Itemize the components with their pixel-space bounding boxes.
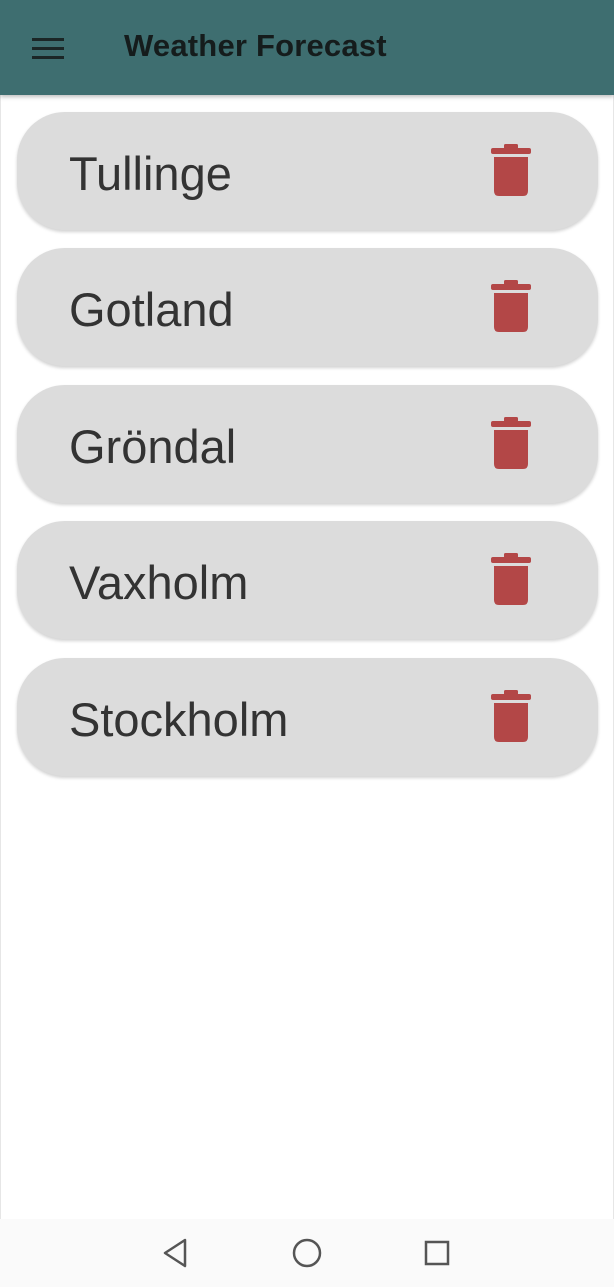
trash-icon — [491, 144, 531, 196]
hamburger-menu-icon — [32, 38, 64, 59]
trash-icon — [491, 690, 531, 742]
city-name: Stockholm — [69, 693, 289, 746]
city-card-stockholm[interactable]: Stockholm — [17, 658, 598, 776]
city-card-gotland[interactable]: Gotland — [17, 248, 598, 366]
nav-back-button[interactable] — [155, 1233, 195, 1273]
delete-city-button[interactable] — [485, 138, 537, 202]
home-circle-icon — [292, 1238, 322, 1268]
menu-button[interactable] — [24, 26, 72, 70]
city-card-vaxholm[interactable]: Vaxholm — [17, 521, 598, 639]
city-name: Gotland — [69, 283, 234, 336]
back-triangle-icon — [163, 1238, 187, 1268]
nav-home-button[interactable] — [287, 1233, 327, 1273]
city-name: Gröndal — [69, 420, 237, 473]
city-name: Tullinge — [69, 147, 232, 200]
city-list: Tullinge Gotland Gröndal Vaxholm Stockho… — [0, 95, 614, 1219]
nav-recents-button[interactable] — [417, 1233, 457, 1273]
trash-icon — [491, 553, 531, 605]
trash-icon — [491, 417, 531, 469]
city-card-tullinge[interactable]: Tullinge — [17, 112, 598, 230]
delete-city-button[interactable] — [485, 684, 537, 748]
app-bar: Weather Forecast — [0, 0, 614, 95]
app-title: Weather Forecast — [124, 28, 387, 63]
delete-city-button[interactable] — [485, 411, 537, 475]
city-name: Vaxholm — [69, 556, 249, 609]
recents-square-icon — [424, 1240, 450, 1266]
delete-city-button[interactable] — [485, 274, 537, 338]
trash-icon — [491, 280, 531, 332]
system-navigation-bar — [0, 1219, 614, 1287]
delete-city-button[interactable] — [485, 547, 537, 611]
city-card-grondal[interactable]: Gröndal — [17, 385, 598, 503]
